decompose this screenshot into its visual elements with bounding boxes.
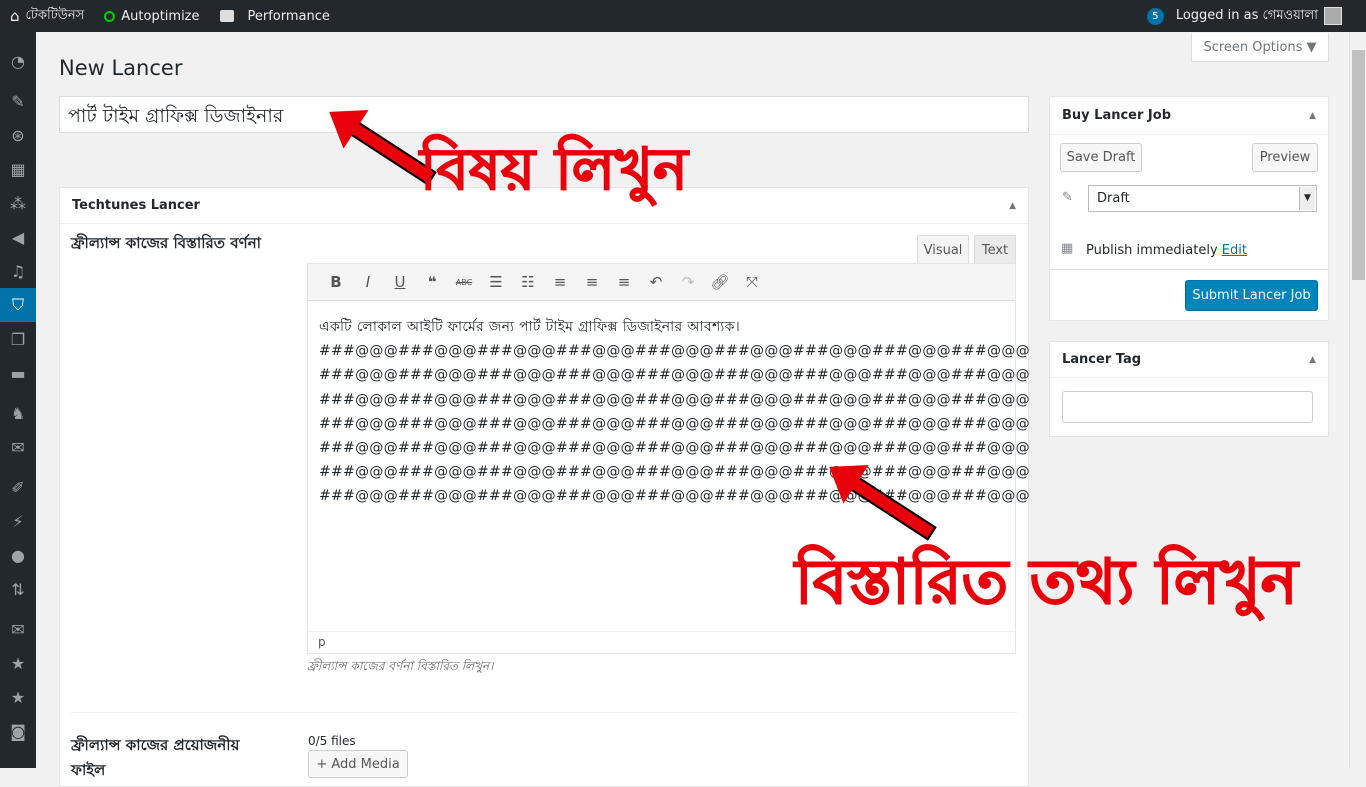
desc-label: ফ্রীল্যান্স কাজের বিস্তারিত বর্ণনা [71, 234, 262, 252]
scrollbar-thumb[interactable] [1352, 50, 1365, 280]
save-draft-button[interactable]: Save Draft [1060, 143, 1142, 172]
content-line: একটি লোকাল আইটি ফার্মের জন্য পার্ট টাইম … [319, 319, 741, 335]
performance-icon[interactable]: ◙ [0, 714, 36, 748]
content-line: ###@@@###@@@###@@@###@@@###@@@###@@@###@… [319, 464, 1030, 481]
avatar[interactable] [1324, 7, 1342, 25]
plugins-icon[interactable]: ⚡ [0, 504, 36, 538]
numbered-list-icon[interactable]: ☷ [512, 273, 544, 291]
admin-bar: ⌂ টেকটিউনস Autoptimize Performance 5 Logg… [0, 0, 1366, 32]
divider [1050, 269, 1328, 270]
underline-icon[interactable]: U [384, 273, 416, 291]
align-center-icon[interactable]: ≡ [576, 273, 608, 291]
content-line: ###@@@###@@@###@@@###@@@###@@@###@@@###@… [319, 391, 1030, 408]
film-reel-icon[interactable]: ⊛ [0, 118, 36, 152]
account-link[interactable]: Logged in as গেমওয়ালা [1176, 6, 1318, 27]
title-annotation: বিষয় লিখুন [420, 135, 689, 204]
files-label: ফ্রীল্যান্স কাজের প্রয়োজনীয় ফাইল [71, 736, 240, 779]
envelope-icon[interactable]: ✉ [0, 612, 36, 646]
element-path: p [318, 635, 326, 649]
dashboard-icon[interactable]: ◔ [0, 44, 36, 78]
performance-label: Performance [247, 8, 330, 24]
publish-schedule: Publish immediately Edit [1086, 243, 1247, 258]
chevron-down-icon: ▼ [1299, 187, 1315, 210]
comments-icon[interactable]: ▬ [0, 356, 36, 390]
calendar-icon: ▦ [1061, 241, 1074, 256]
calendar-icon[interactable]: ▦ [0, 152, 36, 186]
editor-hint: ফ্রীল্যান্স কাজের বর্ণনা বিস্তারিত লিখুন… [307, 659, 494, 673]
page-title: New Lancer [59, 56, 183, 80]
divider [71, 712, 1017, 713]
blockquote-icon[interactable]: ❝ [416, 273, 448, 291]
redo-icon[interactable]: ↷ [672, 273, 704, 291]
mail-icon[interactable]: ✉ [0, 430, 36, 464]
pet-icon[interactable]: ♞ [0, 396, 36, 430]
screen-options-button[interactable]: Screen Options ▼ [1191, 33, 1329, 62]
publish-box-title: Buy Lancer Job [1062, 108, 1172, 123]
settings-icon[interactable]: ⇅ [0, 572, 36, 606]
media-icon[interactable]: ♫ [0, 254, 36, 288]
align-right-icon[interactable]: ≡ [608, 273, 640, 291]
content-line: ###@@@###@@@###@@@###@@@###@@@###@@@###@… [319, 343, 1030, 360]
strikethrough-icon[interactable]: ABC [448, 278, 480, 287]
bullet-list-icon[interactable]: ☰ [480, 273, 512, 291]
site-name: টেকটিউনস [25, 7, 85, 23]
tab-text[interactable]: Text [974, 235, 1016, 264]
content-line: ###@@@###@@@###@@@###@@@###@@@###@@@###@… [319, 415, 1030, 432]
site-link[interactable]: ⌂ টেকটিউনস [0, 0, 94, 32]
files-count: 0/5 files [308, 734, 356, 748]
bold-icon[interactable]: B [320, 273, 352, 291]
megaphone-icon[interactable]: ◀ [0, 220, 36, 254]
pages-icon[interactable]: ❐ [0, 322, 36, 356]
appearance-brush-icon[interactable]: ✐ [0, 470, 36, 504]
status-select[interactable]: Draft ▼ [1088, 185, 1317, 212]
undo-icon[interactable]: ↶ [640, 273, 672, 291]
editor-toolbar: B I U ❝ ABC ☰ ☷ ≡ ≡ ≡ ↶ ↷ 🔗︎ ⤧ [308, 264, 1015, 301]
tag-box-title: Lancer Tag [1062, 352, 1142, 367]
home-icon: ⌂ [10, 7, 20, 25]
star-icon[interactable]: ★ [0, 680, 36, 714]
collapse-icon[interactable]: ▲ [1309, 111, 1316, 121]
performance-icon [219, 10, 234, 22]
editor-content[interactable]: একটি লোকাল আইটি ফার্মের জন্য পার্ট টাইম … [308, 301, 1030, 523]
status-value: Draft [1097, 191, 1130, 206]
italic-icon[interactable]: I [352, 273, 384, 291]
groups-icon[interactable]: ⁂ [0, 186, 36, 220]
align-left-icon[interactable]: ≡ [544, 273, 576, 291]
content-line: ###@@@###@@@###@@@###@@@###@@@###@@@###@… [319, 367, 1030, 384]
tag-input[interactable] [1062, 391, 1313, 423]
preview-button[interactable]: Preview [1252, 143, 1318, 172]
status-circle-icon [104, 10, 116, 22]
content-line: ###@@@###@@@###@@@###@@@###@@@###@@@###@… [319, 440, 1030, 457]
publish-text: Publish immediately [1086, 243, 1218, 258]
notification-badge[interactable]: 5 [1146, 7, 1164, 25]
autoptimize-label: Autoptimize [121, 8, 200, 24]
link-icon[interactable]: 🔗︎ [704, 273, 736, 291]
metabox-title: Techtunes Lancer [72, 198, 200, 213]
body-annotation: বিস্তারিত তথ্য লিখুন [795, 545, 1299, 619]
add-media-button[interactable]: + Add Media [308, 750, 408, 778]
submit-button[interactable]: Submit Lancer Job [1185, 280, 1318, 311]
tab-visual[interactable]: Visual [917, 235, 969, 264]
scrollbar[interactable] [1349, 32, 1366, 768]
fullscreen-icon[interactable]: ⤧ [736, 273, 768, 291]
shield-icon[interactable]: ⛉ [0, 288, 36, 322]
pencil-icon: ✎ [1062, 190, 1073, 205]
collapse-icon[interactable]: ▲ [1309, 355, 1316, 365]
edit-schedule-link[interactable]: Edit [1222, 243, 1247, 258]
collapse-icon[interactable]: ▲ [1009, 201, 1016, 211]
users-icon[interactable]: ● [0, 538, 36, 572]
performance-link[interactable]: Performance [210, 0, 340, 32]
admin-menu: ◔ ✎ ⊛ ▦ ⁂ ◀ ♫ ⛉ ❐ ▬ ♞ ✉ ✐ ⚡ ● ⇅ ✉ ★ ★ ◙ [0, 32, 36, 768]
star-icon[interactable]: ★ [0, 646, 36, 680]
autoptimize-link[interactable]: Autoptimize [94, 0, 209, 32]
pin-icon[interactable]: ✎ [0, 84, 36, 118]
